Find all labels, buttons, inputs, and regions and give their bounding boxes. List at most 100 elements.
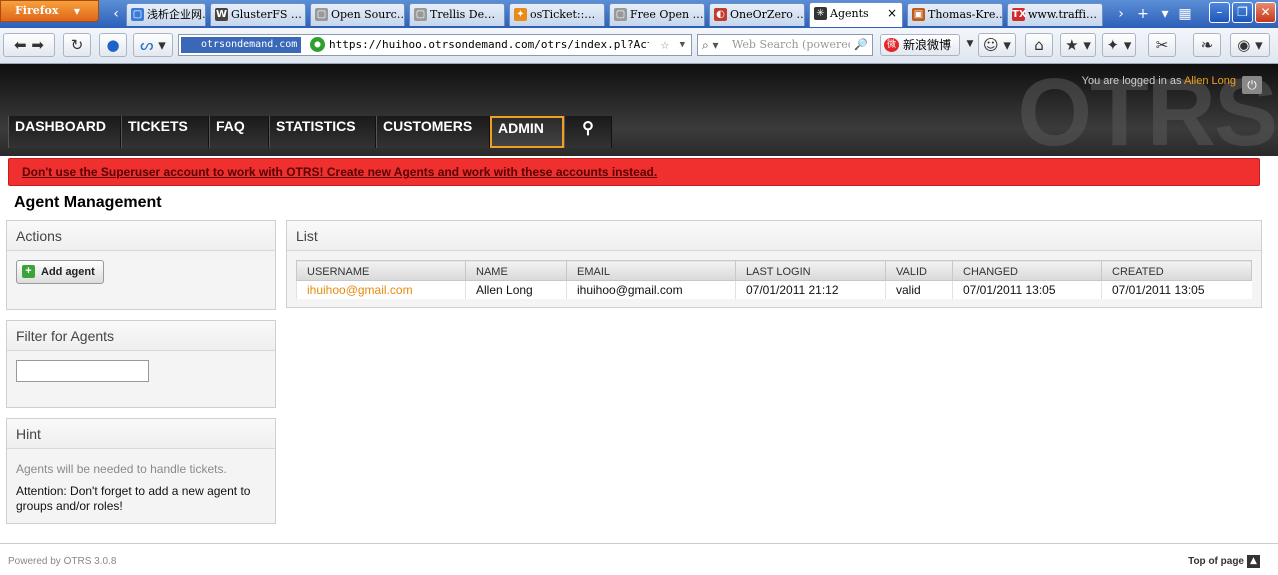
otrs-header: OTRS You are logged in as Allen Long ⏻ D… (0, 64, 1278, 156)
addon-tools-button[interactable]: ✦ ▾ (1102, 33, 1136, 57)
fox-icon: ❧ (1200, 36, 1214, 54)
logout-icon[interactable]: ⏻ (1242, 76, 1262, 94)
forward-arrow-icon[interactable]: ➡ (31, 36, 44, 54)
url-text[interactable]: https://huihoo.otrsondemand.com/otrs/ind… (329, 35, 649, 55)
browser-tab[interactable]: W GlusterFS … (210, 3, 306, 26)
actions-title: Actions (7, 221, 275, 251)
browser-tab-title: 浅析企业网… (147, 8, 205, 21)
search-go-icon[interactable]: 🔎 (854, 35, 868, 55)
nav-admin[interactable]: ADMIN (490, 116, 564, 148)
browser-tab[interactable]: ◐ OneOrZero … (709, 3, 805, 26)
browser-tab-title: Free Open … (630, 8, 704, 21)
close-tab-icon[interactable]: × (887, 3, 897, 24)
secure-globe-icon: ● (310, 37, 325, 52)
chevron-down-icon: ▼ (73, 6, 80, 16)
browser-tab[interactable]: ▢浅析企业网… (126, 3, 206, 26)
search-icon[interactable]: ⌕ ▾ (702, 35, 719, 55)
smiley-icon: ☺ (983, 36, 999, 54)
top-of-page-link[interactable]: Top of page (1188, 556, 1244, 567)
oneorzero-icon: ◐ (714, 8, 727, 21)
bookmarks-star-icon: ★ (1065, 36, 1079, 54)
weibo-dropdown-icon[interactable]: ▼ (964, 33, 976, 57)
cut-button[interactable]: ✂ (1148, 33, 1176, 57)
browser-tab-title: Agents (830, 7, 869, 20)
address-bar[interactable]: otrsondemand.com ● https://huihoo.otrson… (178, 34, 692, 56)
web-search-input[interactable]: ⌕ ▾ Web Search (powered 🔎 (697, 34, 873, 56)
list-widget: List USERNAME NAME EMAIL LAST LOGIN VALI… (286, 220, 1262, 308)
arrow-up-icon[interactable]: ▲ (1247, 555, 1260, 568)
table-row: ihuihoo@gmail.com Allen Long ihuihoo@gma… (296, 280, 1252, 299)
tx-icon: TX (1012, 8, 1027, 21)
column-email[interactable]: EMAIL (566, 260, 736, 281)
back-forward-buttons[interactable]: ⬅ ➡ (3, 33, 55, 57)
ie-tab-button[interactable]: ● (99, 33, 127, 57)
nav-statistics[interactable]: STATISTICS (269, 116, 376, 148)
weibo-logo-icon: 微 (884, 38, 899, 52)
page-icon: ▢ (315, 8, 328, 21)
tab-groups-icon[interactable]: ▦ (1176, 4, 1194, 26)
table-header-row: USERNAME NAME EMAIL LAST LOGIN VALID CHA… (296, 260, 1252, 281)
column-last-login[interactable]: LAST LOGIN (735, 260, 886, 281)
fox-addon-button[interactable]: ❧ (1193, 33, 1221, 57)
column-name[interactable]: NAME (465, 260, 567, 281)
new-tab-button[interactable]: + (1134, 4, 1152, 26)
minimize-button[interactable]: – (1209, 2, 1230, 23)
reload-button[interactable]: ↻ (63, 33, 91, 57)
swirl-icon: ᔕ (140, 36, 154, 54)
tab-list-button[interactable]: ▾ (1156, 4, 1174, 26)
browser-tab[interactable]: ✳ Agents × (809, 2, 903, 27)
browser-tab[interactable]: ▢ Trellis De… (409, 3, 505, 26)
superuser-warning-link[interactable]: Don't use the Superuser account to work … (22, 165, 657, 179)
column-username[interactable]: USERNAME (296, 260, 466, 281)
agent-username-link[interactable]: ihuihoo@gmail.com (307, 283, 413, 297)
browser-tab[interactable]: TX www.traffi… (1007, 3, 1103, 26)
back-arrow-icon[interactable]: ⬅ (14, 36, 27, 54)
cell-created: 07/01/2011 13:05 (1101, 280, 1252, 299)
globe-addon-button[interactable]: ◉ ▾ (1230, 33, 1270, 57)
hint-attention: Attention: Don't forget to add a new age… (16, 484, 251, 513)
smiley-addon-button[interactable]: ☺ ▾ (978, 33, 1016, 57)
chevron-down-icon[interactable]: ▼ (680, 35, 685, 55)
browser-tab-strip: Firefox▼ ‹ ▢浅析企业网…WGlusterFS …▢Open Sour… (0, 0, 1278, 28)
cell-changed: 07/01/2011 13:05 (952, 280, 1102, 299)
browser-tab[interactable]: ▢ Open Sourc… (310, 3, 405, 26)
reload-icon: ↻ (70, 36, 84, 54)
list-title: List (287, 221, 1261, 251)
browser-tab-title: osTicket::… (530, 8, 596, 21)
site-identity-button[interactable]: otrsondemand.com (181, 37, 302, 53)
bookmarks-button[interactable]: ★ ▾ (1060, 33, 1096, 57)
nav-tickets[interactable]: TICKETS (121, 116, 209, 148)
globe-icon: ◉ (1237, 36, 1251, 54)
restore-button[interactable]: ❐ (1232, 2, 1253, 23)
page-title: Agent Management (14, 194, 162, 211)
column-changed[interactable]: CHANGED (952, 260, 1102, 281)
bookmark-star-icon[interactable]: ☆ (661, 35, 669, 55)
nav-faq[interactable]: FAQ (209, 116, 269, 148)
tab-scroll-right-button[interactable]: › (1112, 4, 1130, 26)
browser-tab-title: www.traffi… (1028, 8, 1098, 21)
column-created[interactable]: CREATED (1101, 260, 1252, 281)
weibo-label: 新浪微博 (903, 38, 952, 52)
browser-tab[interactable]: ✦ osTicket::… (509, 3, 605, 26)
nav-search-icon[interactable]: ⚲ (564, 116, 612, 148)
cell-name: Allen Long (465, 280, 567, 299)
browser-tab[interactable]: ▣ Thomas-Kre… (907, 3, 1003, 26)
search-placeholder: Web Search (powered (732, 38, 850, 51)
user-name-link[interactable]: Allen Long (1184, 75, 1236, 87)
firefox-menu-button[interactable]: Firefox ▼ (0, 0, 99, 22)
add-agent-button[interactable]: + Add agent (16, 260, 104, 284)
nav-customers[interactable]: CUSTOMERS (376, 116, 490, 148)
close-window-button[interactable]: ✕ (1255, 2, 1276, 23)
home-button[interactable]: ⌂ (1025, 33, 1053, 57)
tab-scroll-left-button[interactable]: ‹ (107, 4, 125, 26)
weibo-button[interactable]: 微 新浪微博 (880, 34, 960, 56)
browser-tab-title: OneOrZero … (730, 8, 805, 21)
browser-tab-title: Thomas-Kre… (928, 8, 1003, 21)
browser-tab[interactable]: ▢ Free Open … (609, 3, 705, 26)
wikipedia-icon: W (215, 8, 228, 21)
cell-email: ihuihoo@gmail.com (566, 280, 736, 299)
addon-button[interactable]: ᔕ ▾ (133, 33, 173, 57)
filter-agents-input[interactable] (16, 360, 149, 382)
nav-dashboard[interactable]: DASHBOARD (8, 116, 121, 148)
column-valid[interactable]: VALID (885, 260, 953, 281)
